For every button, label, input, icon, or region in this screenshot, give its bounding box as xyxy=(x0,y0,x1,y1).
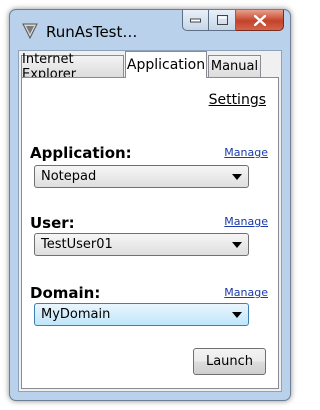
user-combo[interactable]: TestUser01 xyxy=(34,233,249,256)
user-manage-link[interactable]: Manage xyxy=(224,215,268,228)
tab-manual[interactable]: Manual xyxy=(208,55,261,77)
title-bar[interactable]: RunAsTestUs... xyxy=(10,10,290,50)
tab-strip: Internet Explorer Application Manual xyxy=(19,51,281,82)
user-value: TestUser01 xyxy=(41,237,113,252)
minimize-button[interactable] xyxy=(182,10,209,31)
user-label: User: xyxy=(30,214,75,232)
domain-manage-link[interactable]: Manage xyxy=(224,286,268,299)
application-tab-page: Settings Application: Manage Notepad Use… xyxy=(21,77,279,389)
maximize-button[interactable] xyxy=(209,10,236,31)
caption-buttons xyxy=(182,10,284,32)
domain-value: MyDomain xyxy=(41,307,111,322)
app-icon xyxy=(22,23,38,40)
application-value: Notepad xyxy=(41,169,97,184)
launch-button[interactable]: Launch xyxy=(193,348,266,375)
app-window: RunAsTestUs... Internet Explorer Applica… xyxy=(9,9,291,401)
close-icon xyxy=(253,14,266,26)
settings-link[interactable]: Settings xyxy=(209,92,266,108)
tab-application[interactable]: Application xyxy=(125,51,207,78)
application-label: Application: xyxy=(30,144,132,162)
minimize-icon xyxy=(190,18,201,22)
chevron-down-icon xyxy=(232,312,242,318)
chevron-down-icon xyxy=(232,242,242,248)
maximize-icon xyxy=(216,15,228,25)
domain-label: Domain: xyxy=(30,284,101,302)
close-button[interactable] xyxy=(236,10,284,31)
application-manage-link[interactable]: Manage xyxy=(224,146,268,159)
client-area: Internet Explorer Application Manual Set… xyxy=(18,50,282,392)
tab-internet-explorer[interactable]: Internet Explorer xyxy=(21,52,124,82)
chevron-down-icon xyxy=(232,174,242,180)
window-title: RunAsTestUs... xyxy=(46,23,146,41)
application-combo[interactable]: Notepad xyxy=(34,165,249,188)
domain-combo[interactable]: MyDomain xyxy=(34,303,249,326)
